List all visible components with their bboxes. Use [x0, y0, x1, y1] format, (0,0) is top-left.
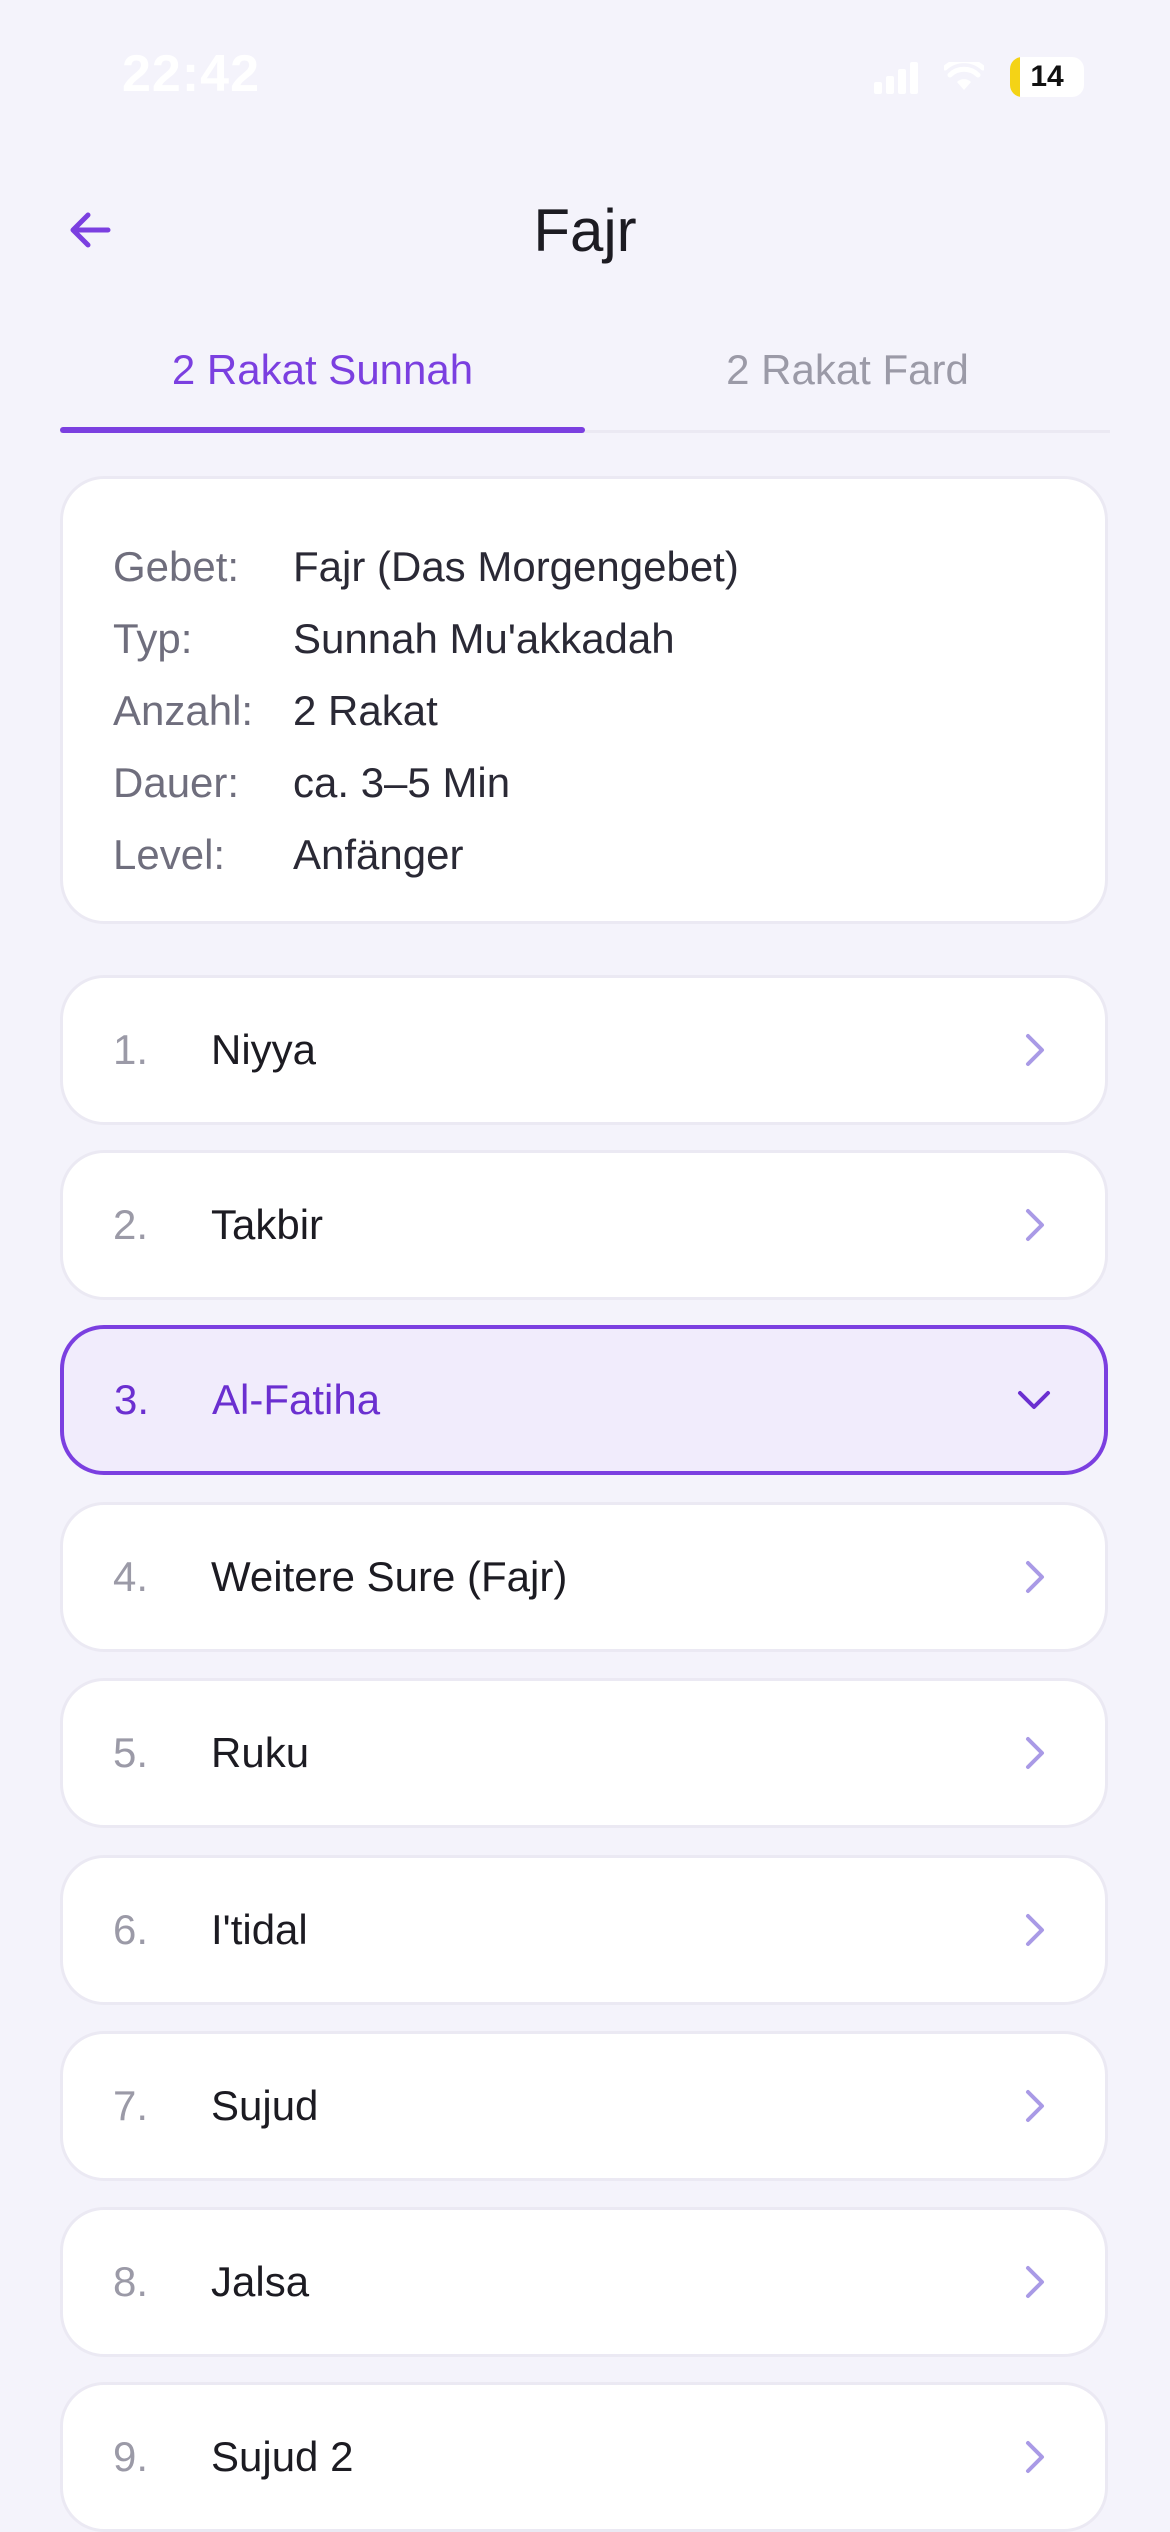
chevron-right-icon — [1015, 1205, 1055, 1245]
step-label: Sujud 2 — [211, 2433, 354, 2480]
battery-icon: 14 — [1010, 57, 1084, 97]
chevron-right-icon — [1015, 2437, 1055, 2477]
info-row-prayer: Gebet: Fajr (Das Morgengebet) — [113, 531, 1055, 603]
info-value: Fajr (Das Morgengebet) — [293, 543, 739, 590]
info-label: Anzahl: — [113, 687, 254, 734]
status-time: 22:42 — [122, 45, 260, 103]
step-item-itidal[interactable]: 6. I'tidal — [60, 1855, 1108, 2005]
step-label: I'tidal — [211, 1906, 308, 1953]
step-number: 2. — [113, 1201, 149, 1248]
info-row-count: Anzahl: 2 Rakat — [113, 675, 1055, 747]
step-number: 9. — [113, 2433, 149, 2480]
step-item-al-fatiha[interactable]: 3. Al-Fatiha — [60, 1325, 1108, 1475]
info-label: Dauer: — [113, 759, 240, 806]
step-label: Sujud — [211, 2082, 319, 2129]
chevron-right-icon — [1015, 1557, 1055, 1597]
step-label: Ruku — [211, 1729, 310, 1776]
chevron-right-icon — [1015, 2262, 1055, 2302]
step-number: 5. — [113, 1729, 149, 1776]
info-label: Typ: — [113, 615, 193, 662]
step-item-takbir[interactable]: 2. Takbir — [60, 1150, 1108, 1300]
chevron-down-icon — [1014, 1380, 1054, 1420]
status-icons: 14 — [874, 52, 1084, 102]
info-label: Gebet: — [113, 543, 240, 590]
info-value: 2 Rakat — [293, 687, 438, 734]
chevron-right-icon — [1015, 1030, 1055, 1070]
step-label: Niyya — [211, 1026, 317, 1073]
step-item-sujud-2[interactable]: 9. Sujud 2 — [60, 2382, 1108, 2532]
step-label: Al-Fatiha — [212, 1376, 381, 1423]
info-row-level: Level: Anfänger — [113, 819, 1055, 891]
battery-level: 14 — [1030, 60, 1064, 93]
chevron-right-icon — [1015, 1733, 1055, 1773]
info-value: Anfänger — [293, 831, 464, 878]
tab-fard[interactable]: 2 Rakat Fard — [585, 330, 1110, 430]
wifi-icon — [944, 62, 984, 92]
info-value: Sunnah Mu'akkadah — [293, 615, 675, 662]
step-number: 1. — [113, 1026, 149, 1073]
step-item-sujud[interactable]: 7. Sujud — [60, 2031, 1108, 2181]
step-item-weitere-sure[interactable]: 4. Weitere Sure (Fajr) — [60, 1502, 1108, 1652]
info-row-duration: Dauer: ca. 3–5 Min — [113, 747, 1055, 819]
prayer-info-card: Gebet: Fajr (Das Morgengebet) Typ: Sunna… — [60, 476, 1108, 924]
status-bar: 22:42 14 — [0, 0, 1170, 150]
signal-icon — [874, 60, 918, 94]
battery-fill — [1010, 57, 1021, 97]
step-number: 6. — [113, 1906, 149, 1953]
step-item-ruku[interactable]: 5. Ruku — [60, 1678, 1108, 1828]
step-number: 7. — [113, 2082, 149, 2129]
step-label: Jalsa — [211, 2258, 310, 2305]
page-title: Fajr — [533, 197, 637, 264]
step-label: Takbir — [211, 1201, 324, 1248]
info-value: ca. 3–5 Min — [293, 759, 511, 806]
tab-bar: 2 Rakat Sunnah 2 Rakat Fard — [60, 330, 1110, 433]
step-number: 4. — [113, 1553, 149, 1600]
step-label: Weitere Sure (Fajr) — [211, 1553, 568, 1600]
step-number: 3. — [114, 1376, 150, 1423]
tab-sunnah[interactable]: 2 Rakat Sunnah — [60, 330, 585, 433]
info-row-type: Typ: Sunnah Mu'akkadah — [113, 603, 1055, 675]
chevron-right-icon — [1015, 1910, 1055, 1950]
chevron-right-icon — [1015, 2086, 1055, 2126]
step-number: 8. — [113, 2258, 149, 2305]
step-item-jalsa[interactable]: 8. Jalsa — [60, 2207, 1108, 2357]
info-label: Level: — [113, 831, 226, 878]
step-item-niyya[interactable]: 1. Niyya — [60, 975, 1108, 1125]
